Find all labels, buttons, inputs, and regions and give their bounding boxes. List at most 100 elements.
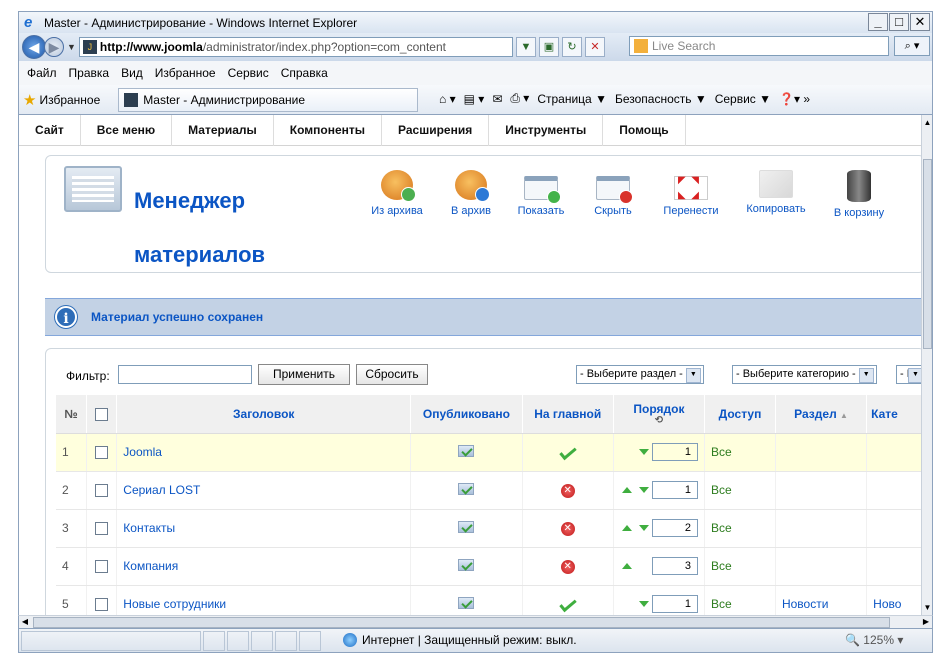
history-dropdown-icon[interactable]: ▼ <box>67 42 76 52</box>
horizontal-scroll-thumb[interactable] <box>33 617 890 628</box>
order-up-icon[interactable] <box>622 487 633 494</box>
row-section[interactable] <box>775 433 868 472</box>
feeds-icon[interactable]: ▤ ▾ <box>464 92 485 106</box>
stop-button[interactable]: ✕ <box>584 37 605 57</box>
search-box[interactable]: Live Search <box>629 36 889 56</box>
unarchive-button[interactable]: Из архива <box>362 170 432 217</box>
author-select[interactable]: - Вы <box>896 365 921 384</box>
admin-menu-components[interactable]: Компоненты <box>274 115 383 146</box>
forward-button[interactable]: ▶ <box>44 37 64 57</box>
row-section[interactable] <box>775 547 868 586</box>
admin-menu-site[interactable]: Сайт <box>19 115 81 146</box>
published-icon[interactable] <box>458 444 475 457</box>
admin-menu-content[interactable]: Материалы <box>172 115 274 146</box>
vertical-scroll-thumb[interactable] <box>923 159 932 349</box>
col-title[interactable]: Заголовок <box>116 395 412 434</box>
scroll-up-arrow-icon[interactable]: ▲ <box>922 115 933 130</box>
row-checkbox[interactable] <box>95 598 109 612</box>
order-down-icon[interactable] <box>638 449 649 456</box>
maximize-button[interactable]: □ <box>889 13 909 31</box>
zoom-control[interactable]: 🔍 125% ▾ <box>845 633 903 647</box>
admin-menu-help[interactable]: Помощь <box>603 115 686 146</box>
security-menu[interactable]: Безопасность ▼ <box>615 92 707 106</box>
col-section[interactable]: Раздел ▲ <box>775 395 868 434</box>
mail-icon[interactable]: ✉ <box>492 92 502 106</box>
horizontal-scrollbar[interactable]: ◀ ▶ <box>18 615 933 629</box>
frontpage-yes-icon[interactable] <box>559 595 577 613</box>
publish-button[interactable]: Показать <box>506 170 576 217</box>
minimize-button[interactable]: _ <box>868 13 888 31</box>
close-button[interactable]: ✕ <box>910 13 930 31</box>
menu-edit[interactable]: Правка <box>69 66 110 80</box>
published-icon[interactable] <box>458 596 475 609</box>
reset-button[interactable]: Сбросить <box>356 364 428 385</box>
order-input[interactable]: 2 <box>652 519 699 537</box>
trash-button[interactable]: В корзину <box>824 170 894 219</box>
menu-favorites[interactable]: Избранное <box>155 66 216 80</box>
home-icon[interactable]: ⌂ ▾ <box>439 92 456 106</box>
page-menu[interactable]: Страница ▼ <box>537 92 607 106</box>
row-section[interactable]: Новости <box>775 585 868 615</box>
frontpage-no-icon[interactable]: ✕ <box>560 522 575 536</box>
admin-menu-tools[interactable]: Инструменты <box>489 115 604 146</box>
frontpage-yes-icon[interactable] <box>559 443 577 461</box>
scroll-down-arrow-icon[interactable]: ▼ <box>922 600 933 615</box>
published-icon[interactable] <box>458 482 475 495</box>
col-order[interactable]: Порядок ⟲ <box>613 395 706 434</box>
admin-menu-extensions[interactable]: Расширения <box>382 115 490 146</box>
unpublish-button[interactable]: Скрыть <box>578 170 648 217</box>
row-title-link[interactable]: Сериал LOST <box>116 471 412 510</box>
browser-tab[interactable]: Master - Администрирование <box>118 87 419 112</box>
row-category[interactable] <box>866 471 921 510</box>
col-category[interactable]: Кате <box>866 395 921 434</box>
favorites-star-icon[interactable]: ★ <box>23 91 36 109</box>
row-access[interactable]: Все <box>704 585 776 615</box>
row-access[interactable]: Все <box>704 471 776 510</box>
select-all-checkbox[interactable] <box>95 407 109 421</box>
menu-file[interactable]: Файл <box>27 66 57 80</box>
frontpage-no-icon[interactable]: ✕ <box>560 484 575 498</box>
filter-input[interactable] <box>118 365 252 384</box>
security-zone[interactable]: Интернет | Защищенный режим: выкл. <box>343 633 577 647</box>
row-title-link[interactable]: Компания <box>116 547 412 586</box>
row-access[interactable]: Все <box>704 509 776 548</box>
order-input[interactable]: 1 <box>652 595 699 613</box>
row-access[interactable]: Все <box>704 433 776 472</box>
move-button[interactable]: Перенести <box>656 170 726 217</box>
row-category[interactable] <box>866 433 921 472</box>
url-dropdown-button[interactable]: ▼ <box>515 37 536 57</box>
col-published[interactable]: Опубликовано <box>410 395 523 434</box>
category-select[interactable]: - Выберите категорию - <box>732 365 877 384</box>
row-checkbox[interactable] <box>95 522 109 536</box>
order-down-icon[interactable] <box>638 525 649 532</box>
help-menu-icon[interactable]: ❓▾ » <box>779 92 810 106</box>
back-button[interactable]: ◀ <box>22 35 46 59</box>
frontpage-no-icon[interactable]: ✕ <box>560 560 575 574</box>
apply-button[interactable]: Применить <box>258 364 350 385</box>
order-input[interactable]: 1 <box>652 481 699 499</box>
copy-button[interactable]: Копировать <box>736 170 816 215</box>
search-button[interactable]: ⌕ ▾ <box>894 36 930 56</box>
zoom-dropdown-icon[interactable]: ▾ <box>897 633 903 647</box>
print-icon[interactable]: ⎙ ▾ <box>510 91 529 106</box>
order-up-icon[interactable] <box>622 525 633 532</box>
published-icon[interactable] <box>458 558 475 571</box>
order-down-icon[interactable] <box>638 487 649 494</box>
row-checkbox[interactable] <box>95 560 109 574</box>
refresh-button[interactable]: ↻ <box>561 37 582 57</box>
row-category[interactable]: Ново <box>866 585 921 615</box>
row-category[interactable] <box>866 509 921 548</box>
scroll-right-arrow-icon[interactable]: ▶ <box>920 616 932 628</box>
admin-menu-menus[interactable]: Все меню <box>81 115 173 146</box>
order-input[interactable]: 1 <box>652 443 699 461</box>
archive-button[interactable]: В архив <box>436 170 506 217</box>
row-checkbox[interactable] <box>95 484 109 498</box>
vertical-scrollbar[interactable]: ▲ ▼ <box>921 115 933 615</box>
compatibility-icon[interactable]: ▣ <box>538 37 559 57</box>
col-frontpage[interactable]: На главной <box>522 395 614 434</box>
row-section[interactable] <box>775 471 868 510</box>
favorites-button[interactable]: Избранное <box>39 93 100 107</box>
save-order-icon[interactable]: ⟲ <box>653 416 665 426</box>
menu-tools[interactable]: Сервис <box>228 66 269 80</box>
row-access[interactable]: Все <box>704 547 776 586</box>
